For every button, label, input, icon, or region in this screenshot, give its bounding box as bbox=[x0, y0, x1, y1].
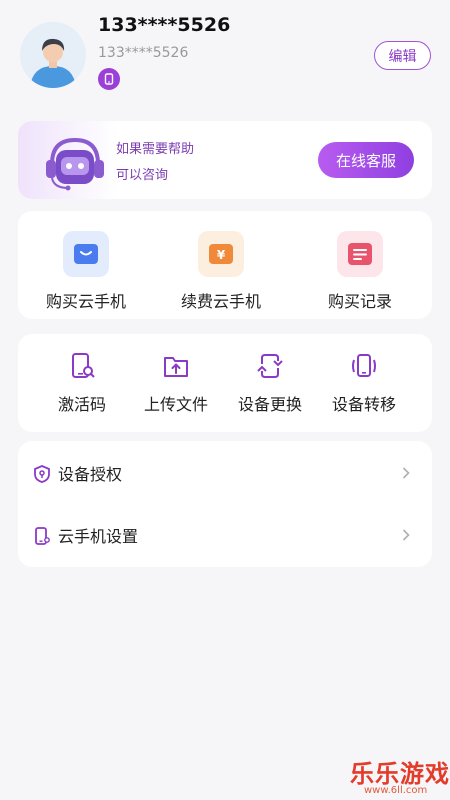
profile-header: 133****5526 133****5526 编辑 bbox=[0, 0, 450, 110]
account-phone-title: 133****5526 bbox=[98, 14, 231, 36]
grid-item-renew-phone[interactable]: ¥ 续费云手机 bbox=[181, 231, 261, 312]
grid-label-renew-phone: 续费云手机 bbox=[181, 292, 262, 311]
tools-card: 激活码 上传文件 设备更换 设备转移 bbox=[18, 334, 432, 432]
account-phone-subtitle: 133****5526 bbox=[98, 45, 189, 61]
watermark-url: www.6ll.com bbox=[364, 785, 428, 796]
grid-label-purchase-records: 购买记录 bbox=[328, 292, 393, 311]
grid-item-device-transfer[interactable]: 设备转移 bbox=[332, 352, 396, 415]
avatar[interactable] bbox=[20, 22, 86, 88]
menu-label-phone-settings: 云手机设置 bbox=[58, 527, 139, 546]
grid-item-activation-code[interactable]: 激活码 bbox=[58, 352, 106, 415]
grid-item-purchase-records[interactable]: 购买记录 bbox=[328, 231, 392, 312]
menu-item-phone-settings[interactable]: 云手机设置 bbox=[18, 505, 432, 565]
authorization-icon bbox=[34, 465, 50, 483]
grid-label-activation-code: 激活码 bbox=[58, 395, 107, 414]
chevron-right-icon bbox=[402, 529, 410, 541]
help-text-line1: 如果需要帮助 bbox=[116, 142, 195, 157]
activation-code-icon bbox=[72, 353, 95, 378]
grid-item-device-swap[interactable]: 设备更换 bbox=[238, 352, 302, 415]
device-transfer-icon bbox=[352, 354, 376, 377]
edit-button[interactable]: 编辑 bbox=[374, 41, 431, 70]
help-text-line2: 可以咨询 bbox=[116, 168, 169, 183]
grid-label-device-transfer: 设备转移 bbox=[332, 395, 397, 414]
device-swap-icon bbox=[257, 354, 283, 378]
site-watermark: 乐乐游戏 www.6ll.com bbox=[350, 754, 450, 798]
online-service-button[interactable]: 在线客服 bbox=[318, 142, 414, 178]
watermark-title: 乐乐游戏 bbox=[350, 760, 450, 788]
upload-folder-icon bbox=[164, 357, 188, 377]
robot-assistant-icon bbox=[46, 137, 104, 191]
menu-item-device-authorization[interactable]: 设备授权 bbox=[18, 443, 432, 503]
grid-label-buy-phone: 购买云手机 bbox=[46, 292, 127, 311]
shopping-bag-icon bbox=[63, 231, 109, 277]
grid-item-buy-phone[interactable]: 购买云手机 bbox=[46, 231, 126, 312]
grid-item-upload-file[interactable]: 上传文件 bbox=[144, 352, 208, 415]
yen-icon: ¥ bbox=[198, 231, 244, 277]
device-badge-icon bbox=[98, 68, 120, 90]
grid-label-upload-file: 上传文件 bbox=[144, 395, 209, 414]
grid-label-device-swap: 设备更换 bbox=[238, 395, 303, 414]
menu-label-device-authorization: 设备授权 bbox=[58, 465, 123, 484]
purchase-card: 购买云手机 ¥ 续费云手机 购买记录 bbox=[18, 211, 432, 319]
record-list-icon bbox=[337, 231, 383, 277]
svg-text:¥: ¥ bbox=[217, 248, 226, 262]
menu-list-card: 设备授权 云手机设置 bbox=[18, 441, 432, 567]
chevron-right-icon bbox=[402, 467, 410, 479]
phone-settings-icon bbox=[35, 527, 50, 545]
